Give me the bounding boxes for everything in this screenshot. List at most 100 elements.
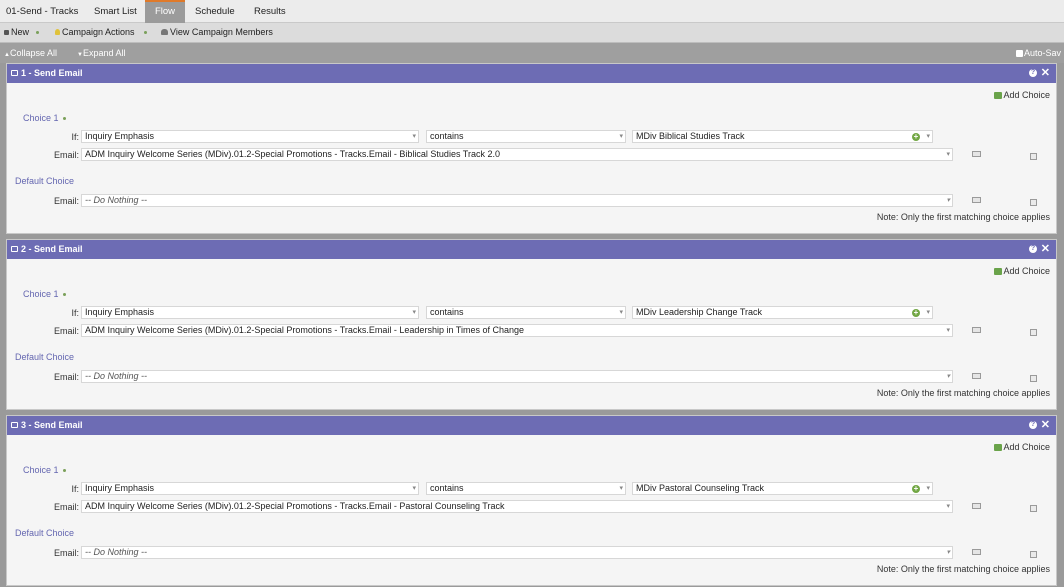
chevron-down-icon: ▾ [619,485,623,492]
close-icon[interactable]: ✕ [1041,240,1050,259]
auto-save-label: Auto-Sav [1024,48,1062,58]
default-email-value: -- Do Nothing -- [85,371,148,381]
chevron-down-icon: ▾ [412,309,416,316]
menu-separator [144,31,147,34]
operator-select[interactable]: contains ▾ [426,130,626,143]
email-select[interactable]: ADM Inquiry Welcome Series (MDiv).01.2-S… [81,500,953,513]
add-choice-icon [994,444,1003,451]
matching-note: Note: Only the first matching choice app… [876,212,1050,222]
email-preview-icon[interactable] [972,549,981,555]
add-choice-button[interactable]: Add Choice [994,442,1050,452]
choice-1-label: Choice 1 [23,465,59,475]
email-preview-icon[interactable] [972,151,981,157]
delete-choice-icon[interactable] [1030,375,1037,382]
tab-campaign-name[interactable]: 01-Send - Tracks [6,0,78,23]
save-icon [1016,50,1023,57]
default-choice-label: Default Choice [15,528,75,538]
value-select[interactable]: MDiv Biblical Studies Track + ▾ [632,130,933,143]
flow-step-title: 3 - Send Email [21,420,83,430]
tab-flow[interactable]: Flow [145,0,185,23]
chevron-down-icon: ▾ [946,327,950,334]
tab-bar: 01-Send - Tracks Smart List Flow Schedul… [0,0,1064,23]
chevron-down-icon: ▾ [412,485,416,492]
add-choice-button[interactable]: Add Choice [994,90,1050,100]
delete-choice-icon[interactable] [1030,505,1037,512]
email-value: ADM Inquiry Welcome Series (MDiv).01.2-S… [85,501,505,511]
chevron-down-icon: ▾ [619,133,623,140]
email-preview-icon[interactable] [972,327,981,333]
attribute-select[interactable]: Inquiry Emphasis ▾ [81,482,419,495]
attribute-select[interactable]: Inquiry Emphasis ▾ [81,130,419,143]
add-value-icon[interactable]: + [912,485,920,493]
help-icon[interactable]: ? [1029,245,1037,253]
canvas-toolbar: ▲Collapse All ▼Expand All Auto-Sav [0,43,1064,63]
chevron-down-icon: ▾ [946,373,950,380]
view-campaign-members-button[interactable]: View Campaign Members [161,23,273,42]
flow-step-title: 1 - Send Email [21,68,83,78]
expand-label: Expand All [82,48,126,58]
delete-choice-icon[interactable] [1030,329,1037,336]
flow-step-panel: 3 - Send Email ? ✕ Add Choice Choice 1 I… [6,415,1057,586]
email-preview-icon[interactable] [972,373,981,379]
email-preview-icon[interactable] [972,197,981,203]
operator-select[interactable]: contains ▾ [426,482,626,495]
add-choice-label: Add Choice [1003,90,1050,100]
value-select[interactable]: MDiv Pastoral Counseling Track + ▾ [632,482,933,495]
add-value-icon[interactable]: + [912,133,920,141]
add-choice-button[interactable]: Add Choice [994,266,1050,276]
choice-1-label: Choice 1 [23,113,59,123]
value-select[interactable]: MDiv Leadership Change Track + ▾ [632,306,933,319]
default-email-select[interactable]: -- Do Nothing -- ▾ [81,370,953,383]
matching-note: Note: Only the first matching choice app… [876,564,1050,574]
close-icon[interactable]: ✕ [1041,64,1050,83]
email-label: Email: [53,326,79,336]
help-icon[interactable]: ? [1029,421,1037,429]
operator-select[interactable]: contains ▾ [426,306,626,319]
add-choice-icon [994,268,1003,275]
campaign-actions-label: Campaign Actions [62,27,135,37]
close-icon[interactable]: ✕ [1041,416,1050,435]
email-select[interactable]: ADM Inquiry Welcome Series (MDiv).01.2-S… [81,148,953,161]
add-value-icon[interactable]: + [912,309,920,317]
new-menu[interactable]: New [4,23,29,42]
attribute-select[interactable]: Inquiry Emphasis ▾ [81,306,419,319]
choice-menu-dot[interactable] [62,117,66,121]
attribute-value: Inquiry Emphasis [85,307,155,317]
delete-choice-icon[interactable] [1030,551,1037,558]
condition-value: MDiv Biblical Studies Track [636,131,745,141]
collapse-all-button[interactable]: ▲Collapse All [4,43,57,63]
email-select[interactable]: ADM Inquiry Welcome Series (MDiv).01.2-S… [81,324,953,337]
chevron-down-icon: ▾ [946,503,950,510]
email-label: Email: [53,150,79,160]
flow-step-header[interactable]: 2 - Send Email ? ✕ [7,240,1056,259]
expand-all-button[interactable]: ▼Expand All [77,43,125,63]
default-choice-label: Default Choice [15,352,75,362]
delete-choice-icon[interactable] [1030,199,1037,206]
campaign-actions-menu[interactable]: Campaign Actions [55,23,135,42]
flow-step-header[interactable]: 1 - Send Email ? ✕ [7,64,1056,83]
choice-label: Choice 1 [23,289,66,299]
default-email-label: Email: [53,196,79,206]
flow-step-panel: 2 - Send Email ? ✕ Add Choice Choice 1 I… [6,239,1057,410]
condition-value: MDiv Leadership Change Track [636,307,763,317]
flow-step-header[interactable]: 3 - Send Email ? ✕ [7,416,1056,435]
default-email-select[interactable]: -- Do Nothing -- ▾ [81,194,953,207]
choice-menu-dot[interactable] [62,469,66,473]
choice-menu-dot[interactable] [62,293,66,297]
default-email-value: -- Do Nothing -- [85,547,148,557]
delete-choice-icon[interactable] [1030,153,1037,160]
menu-separator [36,31,39,34]
tab-results[interactable]: Results [254,0,286,23]
tab-schedule[interactable]: Schedule [195,0,235,23]
operator-value: contains [430,131,464,141]
default-email-label: Email: [53,372,79,382]
help-icon[interactable]: ? [1029,69,1037,77]
chevron-down-icon: ▾ [619,309,623,316]
email-preview-icon[interactable] [972,503,981,509]
tab-smart-list[interactable]: Smart List [94,0,137,23]
chevron-down-icon: ▾ [946,549,950,556]
default-email-select[interactable]: -- Do Nothing -- ▾ [81,546,953,559]
lightbulb-icon [55,29,60,35]
flow-step-panel: 1 - Send Email ? ✕ Add Choice Choice 1 I… [6,63,1057,234]
choice-label: Choice 1 [23,465,66,475]
